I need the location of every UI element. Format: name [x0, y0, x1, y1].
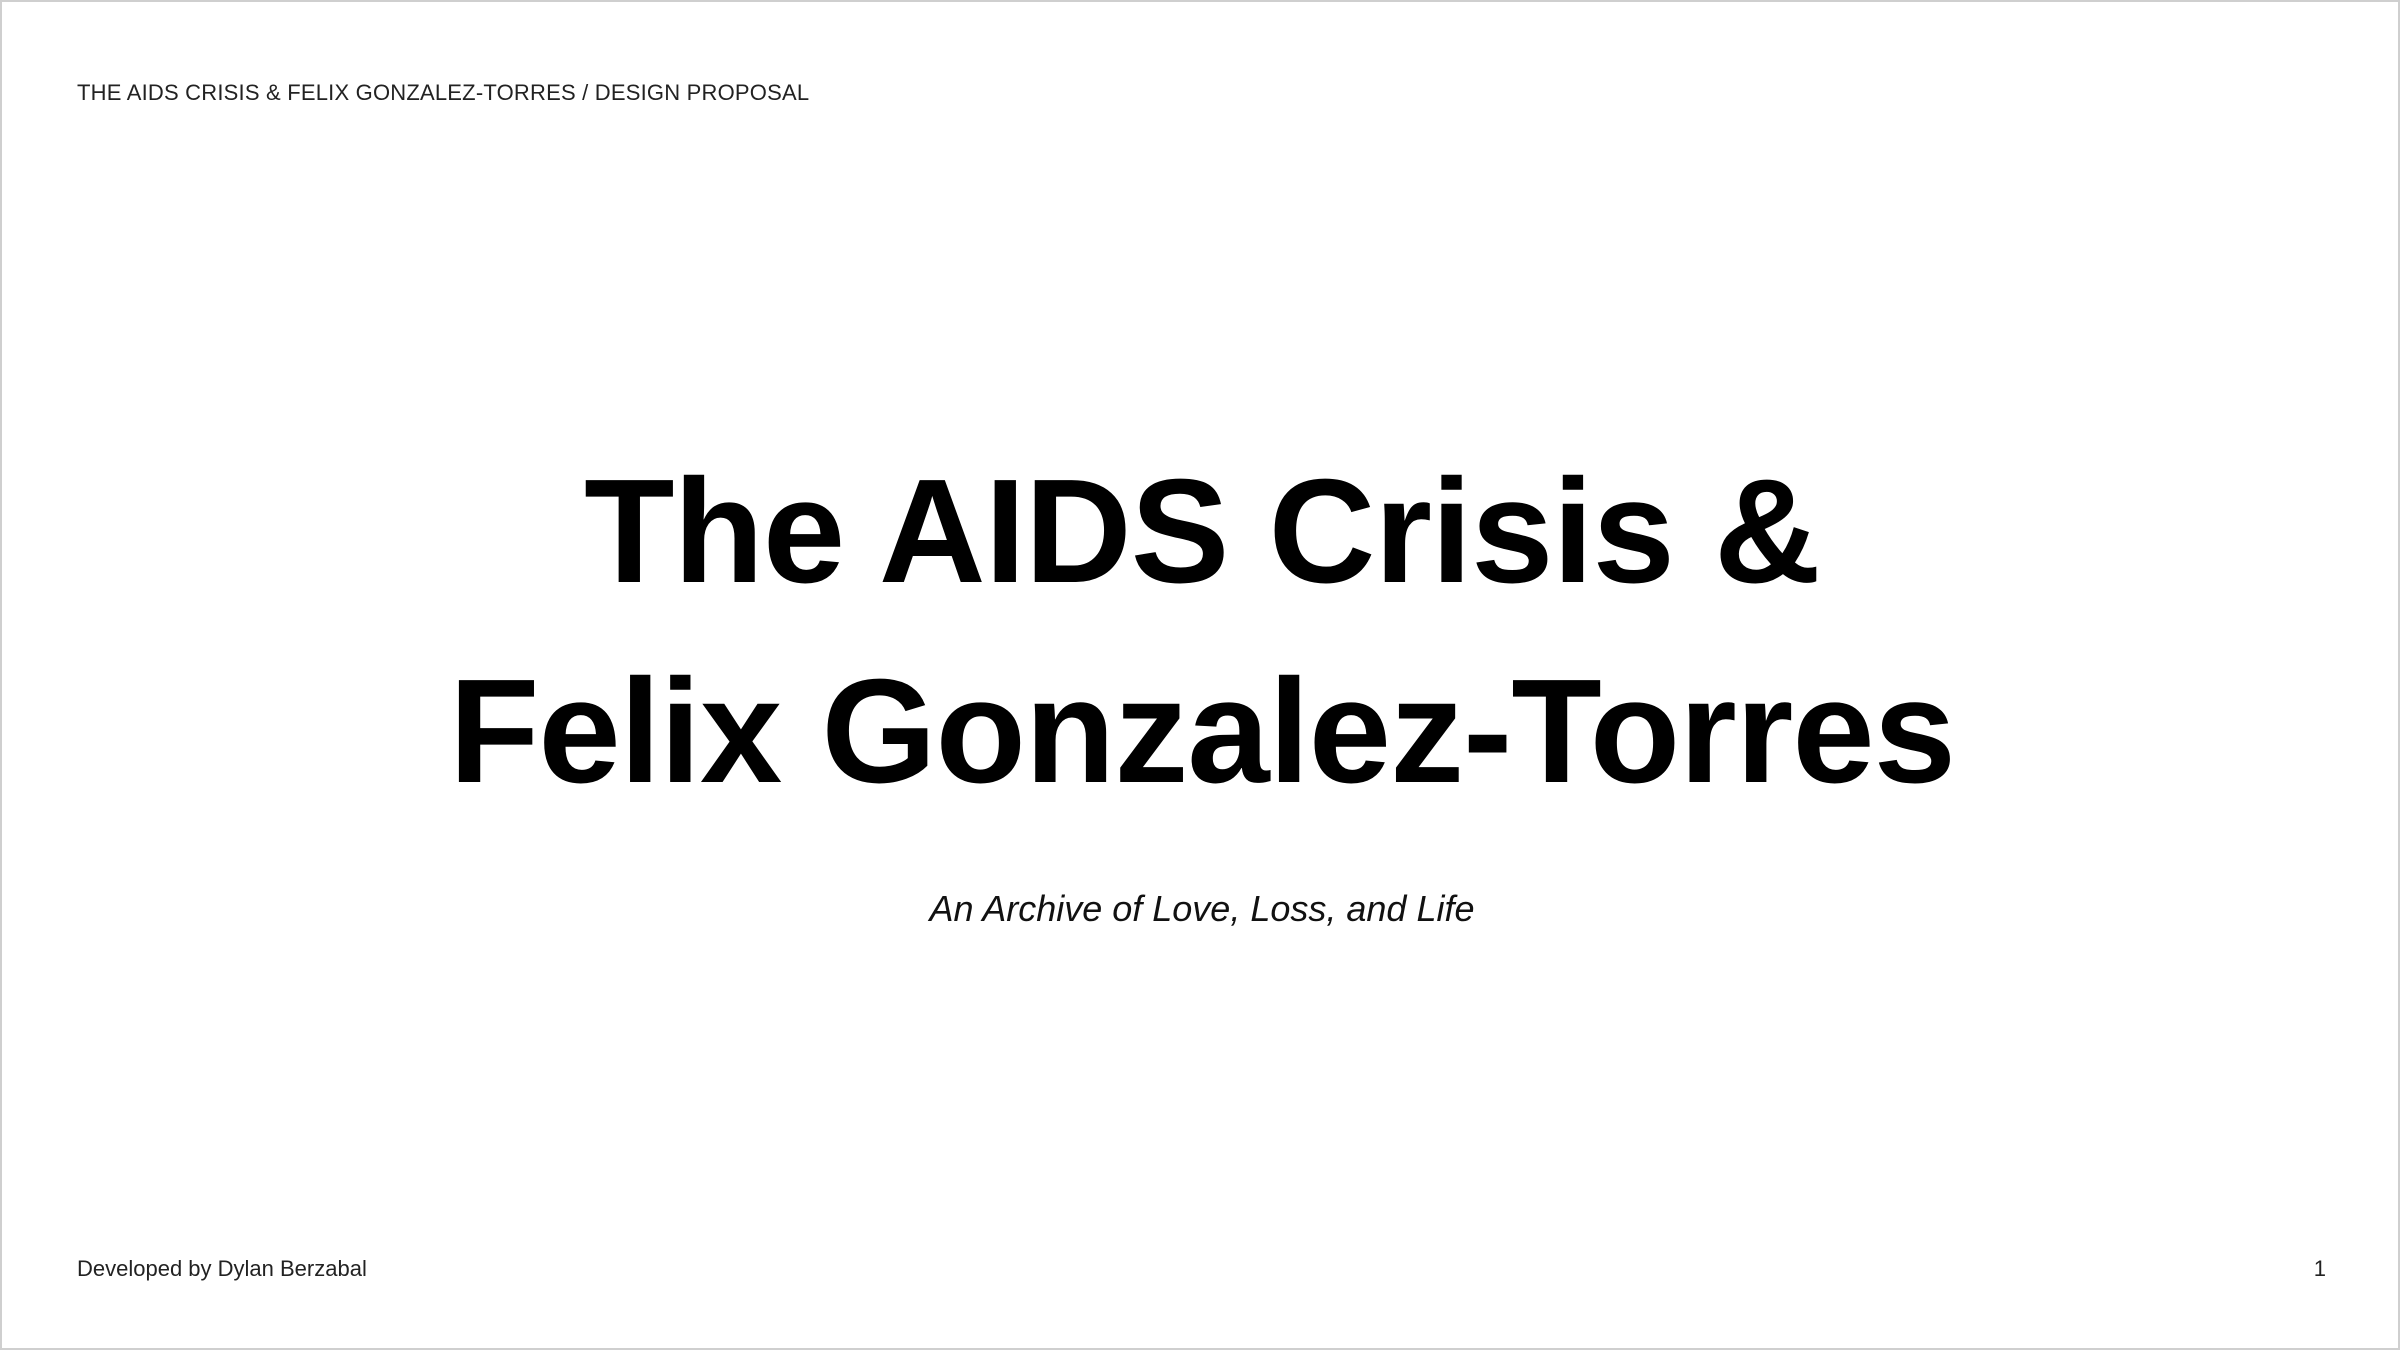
slide-title: The AIDS Crisis & Felix Gonzalez-Torres: [2, 432, 2400, 832]
page-number: 1: [2313, 1256, 2326, 1281]
title-line-2: Felix Gonzalez-Torres: [449, 649, 1956, 814]
footer-credit: Developed by Dylan Berzabal: [77, 1256, 367, 1281]
slide-subtitle: An Archive of Love, Loss, and Life: [929, 888, 1475, 929]
slide: THE AIDS CRISIS & FELIX GONZALEZ-TORRES …: [0, 0, 2400, 1350]
slide-header: THE AIDS CRISIS & FELIX GONZALEZ-TORRES …: [77, 80, 810, 105]
title-line-1: The AIDS Crisis &: [584, 449, 1821, 614]
